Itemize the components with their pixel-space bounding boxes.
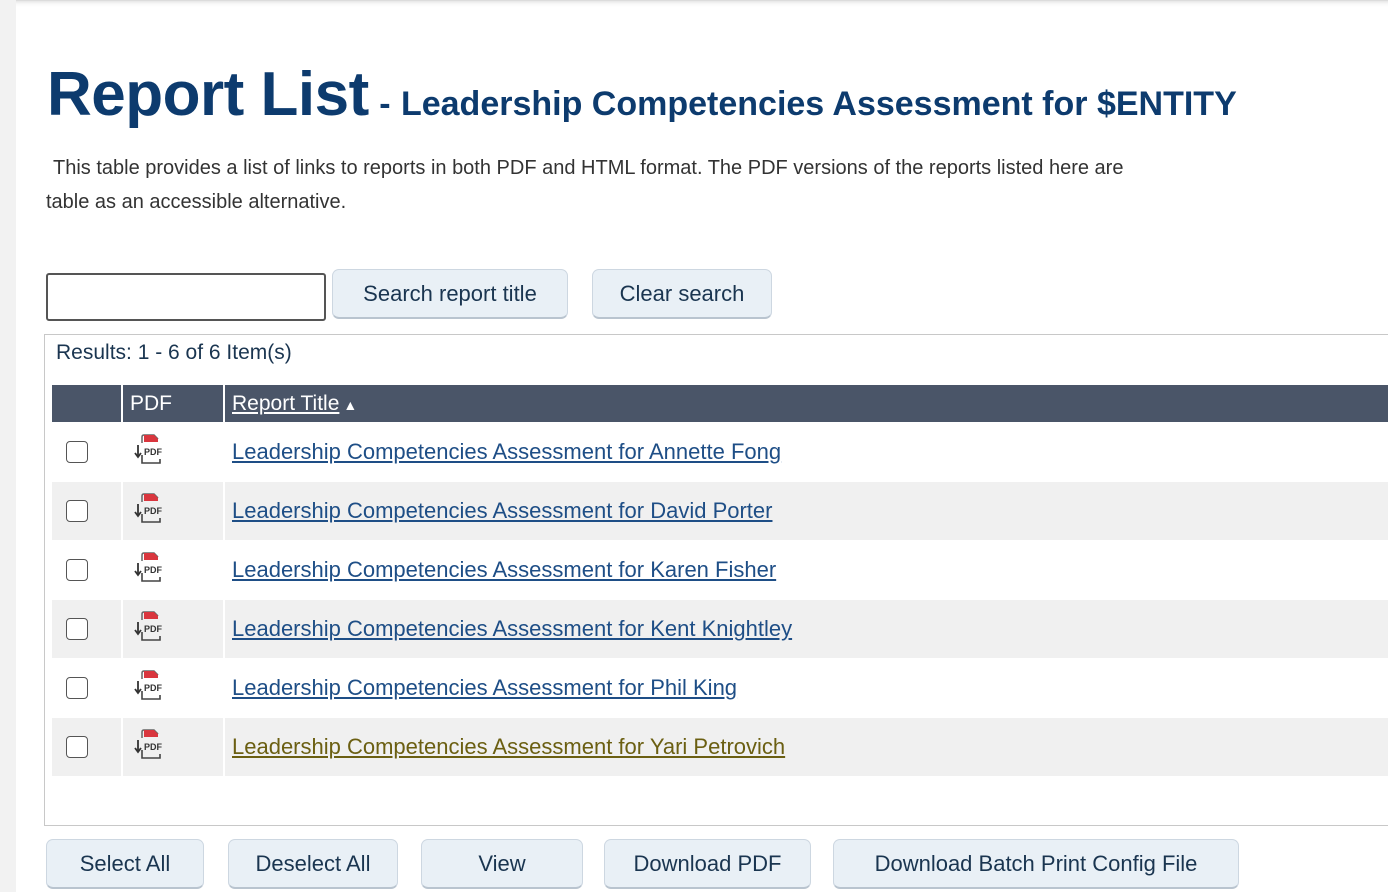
pdf-download-icon[interactable]: PDF — [134, 492, 223, 531]
report-link[interactable]: Leadership Competencies Assessment for K… — [225, 616, 792, 641]
row-checkbox[interactable] — [66, 441, 88, 463]
row-title-cell: Leadership Competencies Assessment for D… — [225, 481, 1388, 540]
row-checkbox-cell — [52, 481, 123, 540]
content-panel: Report List - Leadership Competencies As… — [16, 0, 1388, 892]
report-link[interactable]: Leadership Competencies Assessment for Y… — [225, 734, 785, 759]
sort-ascending-icon: ▲ — [343, 396, 358, 413]
search-report-title-button[interactable]: Search report title — [332, 269, 568, 319]
pdf-download-icon[interactable]: PDF — [134, 433, 223, 472]
pdf-download-icon[interactable]: PDF — [134, 669, 223, 708]
row-checkbox-cell — [52, 540, 123, 599]
row-pdf-cell: PDF — [123, 658, 225, 717]
pdf-download-icon[interactable]: PDF — [134, 551, 223, 590]
row-pdf-cell: PDF — [123, 481, 225, 540]
report-link[interactable]: Leadership Competencies Assessment for D… — [225, 498, 772, 523]
row-pdf-cell: PDF — [123, 717, 225, 776]
row-pdf-cell: PDF — [123, 422, 225, 481]
title-separator: - — [379, 85, 391, 123]
row-checkbox-cell — [52, 658, 123, 717]
description-line-2: table as an accessible alternative. — [46, 191, 347, 213]
download-pdf-button[interactable]: Download PDF — [604, 839, 811, 889]
svg-text:PDF: PDF — [144, 742, 163, 752]
download-batch-print-config-button[interactable]: Download Batch Print Config File — [833, 839, 1239, 889]
row-checkbox[interactable] — [66, 677, 88, 699]
results-container: Results: 1 - 6 of 6 Item(s) PDF Report T… — [44, 334, 1388, 826]
deselect-all-button[interactable]: Deselect All — [228, 839, 398, 889]
row-checkbox[interactable] — [66, 500, 88, 522]
page-heading: Report List - Leadership Competencies As… — [47, 59, 1237, 130]
row-title-cell: Leadership Competencies Assessment for A… — [225, 422, 1388, 481]
table-row: PDF Leadership Competencies Assessment fo… — [52, 422, 1388, 481]
row-title-cell: Leadership Competencies Assessment for Y… — [225, 717, 1388, 776]
row-pdf-cell: PDF — [123, 540, 225, 599]
table-row: PDF Leadership Competencies Assessment fo… — [52, 540, 1388, 599]
row-title-cell: Leadership Competencies Assessment for K… — [225, 540, 1388, 599]
svg-text:PDF: PDF — [144, 506, 163, 516]
row-pdf-cell: PDF — [123, 599, 225, 658]
page-description: This table provides a list of links to r… — [46, 151, 1386, 219]
svg-text:PDF: PDF — [144, 447, 163, 457]
results-count: Results: 1 - 6 of 6 Item(s) — [56, 341, 292, 364]
report-table: PDF Report Title ▲ PDF Leadership Competen… — [52, 385, 1388, 776]
page-subtitle: Leadership Competencies Assessment for $… — [400, 85, 1237, 123]
table-row: PDF Leadership Competencies Assessment fo… — [52, 717, 1388, 776]
pdf-download-icon[interactable]: PDF — [134, 610, 223, 649]
report-link[interactable]: Leadership Competencies Assessment for A… — [225, 439, 781, 464]
svg-text:PDF: PDF — [144, 565, 163, 575]
row-title-cell: Leadership Competencies Assessment for P… — [225, 658, 1388, 717]
row-checkbox-cell — [52, 599, 123, 658]
table-header-row: PDF Report Title ▲ — [52, 385, 1388, 422]
row-checkbox[interactable] — [66, 736, 88, 758]
description-line-1: This table provides a list of links to r… — [53, 157, 1124, 179]
svg-text:PDF: PDF — [144, 624, 163, 634]
svg-text:PDF: PDF — [144, 683, 163, 693]
report-link[interactable]: Leadership Competencies Assessment for P… — [225, 675, 737, 700]
search-input[interactable] — [46, 273, 326, 321]
sort-report-title-link[interactable]: Report Title — [232, 392, 339, 415]
clear-search-button[interactable]: Clear search — [592, 269, 772, 319]
row-checkbox[interactable] — [66, 618, 88, 640]
row-checkbox-cell — [52, 717, 123, 776]
table-row: PDF Leadership Competencies Assessment fo… — [52, 658, 1388, 717]
table-row: PDF Leadership Competencies Assessment fo… — [52, 599, 1388, 658]
table-row: PDF Leadership Competencies Assessment fo… — [52, 481, 1388, 540]
page-title: Report List — [47, 60, 369, 129]
header-checkbox-column — [52, 385, 123, 422]
report-link[interactable]: Leadership Competencies Assessment for K… — [225, 557, 776, 582]
header-report-title-column: Report Title ▲ — [225, 385, 1388, 422]
row-title-cell: Leadership Competencies Assessment for K… — [225, 599, 1388, 658]
row-checkbox[interactable] — [66, 559, 88, 581]
pdf-download-icon[interactable]: PDF — [134, 728, 223, 767]
header-pdf-column: PDF — [123, 385, 225, 422]
view-button[interactable]: View — [421, 839, 583, 889]
row-checkbox-cell — [52, 422, 123, 481]
select-all-button[interactable]: Select All — [46, 839, 204, 889]
